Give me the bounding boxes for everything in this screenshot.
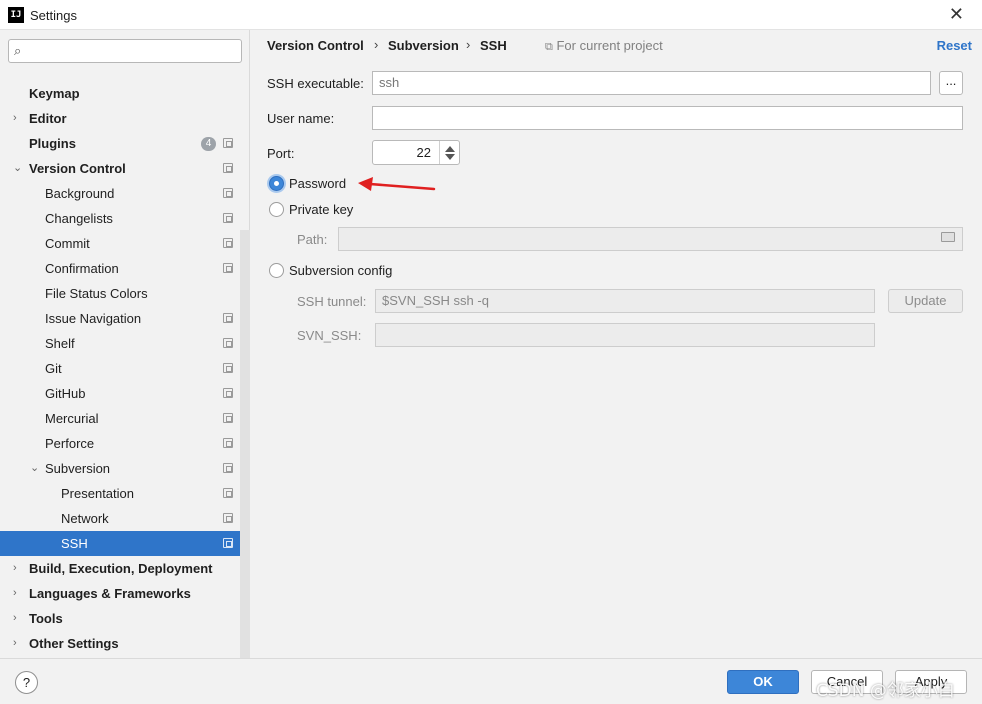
title-bar: IJ Settings ✕ [0, 0, 982, 30]
arrow-down-icon[interactable] [445, 154, 455, 160]
window-title: Settings [30, 8, 77, 23]
sidebar-item-git[interactable]: Git [0, 356, 240, 381]
svn-ssh-label: SVN_SSH: [297, 328, 362, 343]
sidebar-item-issue-navigation[interactable]: Issue Navigation [0, 306, 240, 331]
sidebar-item-subversion[interactable]: ⌄ Subversion [0, 456, 240, 481]
breadcrumb-separator: › [374, 37, 379, 52]
project-scope-icon [223, 388, 233, 398]
chevron-down-icon[interactable]: ⌄ [13, 156, 22, 181]
sidebar-item-ssh[interactable]: SSH [0, 531, 250, 556]
browse-button[interactable]: ... [939, 71, 963, 95]
password-radio[interactable] [269, 176, 284, 191]
breadcrumb-subversion: Subversion [388, 38, 459, 53]
arrow-up-icon[interactable] [445, 146, 455, 152]
private-key-radio[interactable] [269, 202, 284, 217]
ssh-tunnel-input[interactable]: $SVN_SSH ssh -q [375, 289, 875, 313]
sidebar-item-editor[interactable]: › Editor [0, 106, 240, 131]
project-scope-icon: ⧉ [545, 41, 553, 53]
port-value: 22 [416, 145, 431, 160]
sidebar-item-languages-frameworks[interactable]: › Languages & Frameworks [0, 581, 240, 606]
project-scope-icon [223, 213, 233, 223]
user-name-label: User name: [267, 111, 335, 126]
sidebar-item-tools[interactable]: › Tools [0, 606, 240, 631]
stepper-arrows[interactable] [439, 141, 459, 164]
svn-ssh-input[interactable] [375, 323, 875, 347]
sidebar-item-mercurial[interactable]: Mercurial [0, 406, 240, 431]
private-key-radio-label[interactable]: Private key [289, 202, 353, 217]
settings-sidebar: ⌕ Keymap › Editor Plugins 4 ⌄ Version Co… [0, 30, 250, 658]
project-scope-icon [223, 263, 233, 273]
sidebar-scrollbar[interactable] [240, 230, 250, 658]
sidebar-item-plugins[interactable]: Plugins 4 [0, 131, 240, 156]
intellij-logo-icon: IJ [8, 7, 24, 23]
project-scope-icon [223, 413, 233, 423]
project-scope-icon [223, 438, 233, 448]
search-icon: ⌕ [14, 43, 22, 58]
project-scope-icon [223, 238, 233, 248]
breadcrumb-separator: › [466, 37, 471, 52]
project-scope-icon [223, 338, 233, 348]
project-scope-icon [223, 138, 233, 148]
ok-button[interactable]: OK [727, 670, 799, 694]
sidebar-item-background[interactable]: Background [0, 181, 240, 206]
ssh-tunnel-label: SSH tunnel: [297, 294, 367, 309]
csdn-watermark: CSDN @邻家小白 [816, 681, 955, 701]
sidebar-item-network[interactable]: Network [0, 506, 240, 531]
chevron-right-icon[interactable]: › [13, 606, 17, 631]
sidebar-item-shelf[interactable]: Shelf [0, 331, 240, 356]
port-stepper[interactable]: 22 [372, 140, 460, 165]
project-scope-icon [223, 513, 233, 523]
sidebar-item-changelists[interactable]: Changelists [0, 206, 240, 231]
project-scope-icon [223, 463, 233, 473]
breadcrumb-version-control: Version Control [267, 38, 364, 53]
sidebar-item-build-execution-deployment[interactable]: › Build, Execution, Deployment [0, 556, 240, 581]
port-label: Port: [267, 146, 295, 161]
close-icon[interactable]: ✕ [949, 4, 964, 25]
ssh-executable-input[interactable]: ssh [372, 71, 931, 95]
project-scope-icon [223, 313, 233, 323]
project-scope-icon [223, 488, 233, 498]
reset-link[interactable]: Reset [937, 38, 972, 53]
update-button[interactable]: Update [888, 289, 963, 313]
sidebar-item-github[interactable]: GitHub [0, 381, 240, 406]
sidebar-item-file-status-colors[interactable]: File Status Colors [0, 281, 240, 306]
dialog-footer: ? OK Cancel Apply CSDN @邻家小白 [0, 658, 982, 704]
sidebar-item-version-control[interactable]: ⌄ Version Control [0, 156, 240, 181]
sidebar-item-commit[interactable]: Commit [0, 231, 240, 256]
chevron-right-icon[interactable]: › [13, 556, 17, 581]
sidebar-item-keymap[interactable]: Keymap [0, 81, 240, 106]
chevron-right-icon[interactable]: › [13, 631, 17, 656]
sidebar-item-presentation[interactable]: Presentation [0, 481, 240, 506]
chevron-right-icon[interactable]: › [13, 106, 17, 131]
help-button[interactable]: ? [15, 671, 38, 694]
project-scope-icon [223, 363, 233, 373]
ssh-executable-label: SSH executable: [267, 76, 364, 91]
folder-icon[interactable] [941, 232, 955, 242]
sidebar-item-perforce[interactable]: Perforce [0, 431, 240, 456]
path-input[interactable] [338, 227, 963, 251]
project-scope-icon [223, 163, 233, 173]
password-radio-label[interactable]: Password [289, 176, 346, 191]
scope-note: ⧉ For current project [545, 38, 663, 53]
subversion-config-radio-label[interactable]: Subversion config [289, 263, 392, 278]
user-name-input[interactable] [372, 106, 963, 130]
plugins-count-badge: 4 [201, 137, 216, 151]
sidebar-item-confirmation[interactable]: Confirmation [0, 256, 240, 281]
project-scope-icon [223, 188, 233, 198]
sidebar-item-other-settings[interactable]: › Other Settings [0, 631, 240, 656]
path-label: Path: [297, 232, 328, 247]
subversion-config-radio[interactable] [269, 263, 284, 278]
settings-content: Version Control › Subversion › SSH ⧉ For… [251, 30, 982, 658]
breadcrumb-ssh: SSH [480, 38, 507, 53]
project-scope-icon [223, 538, 233, 548]
chevron-down-icon[interactable]: ⌄ [30, 456, 39, 481]
search-input[interactable]: ⌕ [8, 39, 242, 63]
chevron-right-icon[interactable]: › [13, 581, 17, 606]
